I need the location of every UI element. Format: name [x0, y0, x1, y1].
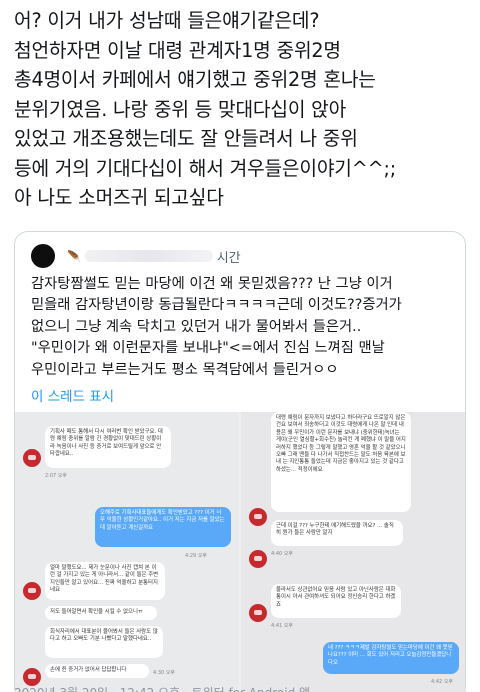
- message-time: 2:07 오후: [45, 473, 68, 479]
- tweet-line: 어? 이거 내가 성남때 들은얘기같은데?: [14, 9, 320, 32]
- chat-bubble: 저도 들어알면서 확인을 시킬 수 없으니ㅠ: [45, 606, 157, 620]
- message-time: 4:42 오후: [431, 679, 454, 685]
- message-time: 4:40 오후: [271, 551, 294, 557]
- profile-icon: [249, 508, 267, 526]
- chat-bubble: 근데 이걸 ??? 누구한테 얘기해드렸을 까요? ... 솔직히 뭔가 들은 …: [271, 520, 403, 546]
- profile-icon: [23, 582, 41, 600]
- tweet-line: 등에 거의 기대다십이 해서 겨우들은이야기^^;;: [14, 156, 397, 180]
- chat-bubble: 얼마 말했도요... 제가 눈문이나 사진 캡쳐 본 이런 걸 가지고 있는 게…: [45, 562, 165, 600]
- chat-screenshot-right[interactable]: 대령 예림이 문자까지 보냈다고 하더라구요 뜨로알지 않은 건요 보여서 죄송…: [241, 412, 465, 692]
- quote-line: "우민이가 왜 이런문자를 보내냐"<=에서 진심 느껴짐 맨날: [31, 340, 385, 357]
- feather-icon: 🪶: [67, 249, 81, 263]
- quoted-tweet-body: 감자탕짬썰도 믿는 마당에 이건 왜 못믿겠음??? 난 그냥 이거 믿을래 감…: [31, 274, 461, 381]
- message-time: 4:41 오후: [271, 623, 294, 629]
- tweet-line: 있었고 개조용했는데도 잘 안들려서 나 중위: [14, 127, 358, 150]
- quoted-tweet-card[interactable]: 🪶 시간 감자탕짬썰도 믿는 마당에 이건 왜 못믿겠음??? 난 그냥 이거 …: [14, 231, 466, 692]
- blurred-username: [84, 250, 213, 262]
- tweet-body: 어? 이거 내가 성남때 들은얘기같은데? 첨언하자면 이날 대령 관계자1명 …: [14, 6, 470, 213]
- chat-bubble: 오해주로 기획사대표들에게도 확인받았고 ??? 이거 너무 억울한 상황인거같…: [95, 507, 231, 547]
- avatar[interactable]: [31, 244, 55, 268]
- chat-bubble: 대령 예림이 문자까지 보냈다고 하더라구요 뜨로알지 않은 건요 보여서 죄송…: [271, 412, 411, 512]
- timestamp: 시간: [216, 250, 241, 266]
- chat-bubble: 회식자리에서 대표분이 물어봐서 들은 사람도 많다고 하고 오빠도 기분 나빴…: [45, 626, 163, 658]
- chat-bubble: 손에 쥔 증거가 없어서 답답합니다: [45, 664, 149, 678]
- message-time: 4:29 오후: [185, 553, 208, 559]
- chat-bubble: 물라서도 상관없어요 믿음 사람 있고 아닌사람은 대화통이시 아서 관여하셔도…: [271, 584, 401, 618]
- quoted-tweet-header: 🪶 시간: [31, 244, 241, 268]
- profile-icon: [249, 604, 267, 622]
- tweet-line: 분위기였음. 나랑 중위 등 맞대다십이 앉아: [14, 97, 347, 121]
- tweet-line: 총4명이서 카페에서 얘기했고 중위2명 혼나는: [14, 68, 376, 91]
- quote-line: 없으니 그냥 계속 닥치고 있던거 내가 물어봐서 들은거..: [31, 318, 362, 335]
- tweet-line: 아 나도 소머즈귀 되고싶다: [14, 186, 224, 209]
- quote-line: 감자탕짬썰도 믿는 마당에 이건 왜 못믿겠음??? 난 그냥 이거: [31, 276, 393, 292]
- profile-icon: [249, 550, 267, 568]
- quote-line: 믿을래 감자탕년이랑 동급될란다ㅋㅋㅋㅋ근데 이것도??증거가: [31, 297, 402, 314]
- attached-images[interactable]: 기획사 때도 통해서 다시 여러번 확인 받았구요. 대령 예림 중위를 알람 …: [15, 412, 465, 692]
- tweet-metadata: 2020년 3월 20일 · 12:42 오후 · 트위터 for Androi…: [14, 684, 310, 692]
- show-thread-link[interactable]: 이 스레드 표시: [31, 385, 114, 405]
- chat-screenshot-left[interactable]: 기획사 때도 통해서 다시 여러번 확인 받았구요. 대령 예림 중위를 알람 …: [15, 412, 239, 692]
- chat-bubble: 기획사 때도 통해서 다시 여러번 확인 받았구요. 대령 예림 중위를 알람 …: [45, 426, 171, 468]
- chat-bubble: 네 ??? ㅋㅋㅋ제발 감자탕썰도 믿는마당에 이건 왜 못믿나요??? 이미 …: [323, 642, 459, 674]
- tweet-line: 첨언하자면 이날 대령 관계자1명 중위2명: [14, 38, 341, 62]
- quote-line: 우민이라고 부르는거도 평소 목격담에서 들린거ㅇㅇ: [31, 361, 339, 378]
- profile-icon: [23, 449, 41, 467]
- message-time: 4:30 오후: [153, 670, 176, 676]
